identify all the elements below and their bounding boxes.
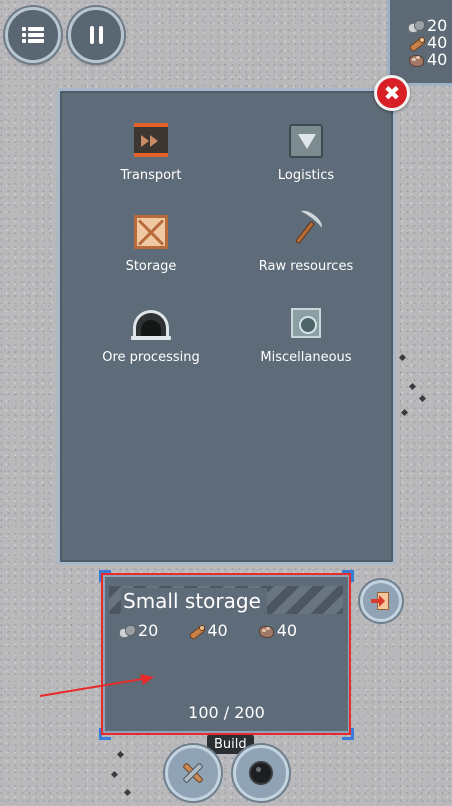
exit-icon bbox=[371, 591, 391, 611]
rubble bbox=[418, 394, 427, 403]
category-ore-processing[interactable]: Ore processing bbox=[66, 303, 236, 383]
stone-icon bbox=[119, 624, 136, 638]
cost-value: 40 bbox=[207, 621, 228, 640]
rubble bbox=[116, 750, 125, 759]
category-logistics[interactable]: Logistics bbox=[221, 121, 391, 201]
close-button[interactable]: ✖ bbox=[374, 75, 410, 111]
cost-stone: 20 bbox=[119, 621, 158, 640]
logistics-icon bbox=[286, 121, 326, 161]
wood-icon bbox=[408, 36, 425, 49]
wood-icon bbox=[188, 624, 206, 637]
list-icon bbox=[22, 27, 44, 43]
close-icon: ✖ bbox=[383, 81, 401, 105]
rubble bbox=[400, 408, 409, 417]
resource-stone: 20 bbox=[408, 17, 452, 34]
selection-corner bbox=[342, 728, 354, 740]
category-label: Miscellaneous bbox=[260, 350, 352, 365]
cost-value: 40 bbox=[276, 621, 298, 640]
rubble bbox=[398, 353, 407, 362]
pause-icon bbox=[89, 26, 103, 44]
cost-wood: 40 bbox=[188, 621, 228, 640]
pause-button[interactable] bbox=[68, 7, 124, 63]
category-label: Storage bbox=[125, 259, 177, 274]
building-info-card[interactable]: Small storage 20 40 40 100 / 200 bbox=[103, 575, 350, 733]
selection-corner bbox=[99, 570, 111, 582]
building-title: Small storage bbox=[121, 588, 267, 614]
demolish-button[interactable] bbox=[233, 745, 289, 801]
resource-value: 20 bbox=[427, 15, 448, 35]
storage-capacity: 100 / 200 bbox=[188, 703, 265, 722]
resource-value: 40 bbox=[427, 49, 448, 69]
category-transport[interactable]: Transport bbox=[66, 121, 236, 201]
category-label: Transport bbox=[120, 168, 182, 183]
category-raw-resources[interactable]: Raw resources bbox=[221, 207, 391, 292]
ore-processing-icon bbox=[131, 303, 171, 343]
category-label: Ore processing bbox=[102, 350, 200, 365]
cost-ore: 40 bbox=[258, 621, 297, 640]
selection-corner bbox=[99, 728, 111, 740]
ore-icon bbox=[258, 624, 274, 638]
build-button[interactable] bbox=[165, 745, 221, 801]
selection-corner bbox=[342, 570, 354, 582]
category-storage[interactable]: Storage bbox=[66, 212, 236, 292]
category-miscellaneous[interactable]: Miscellaneous bbox=[221, 303, 391, 383]
menu-button[interactable] bbox=[5, 7, 61, 63]
build-menu-panel: Transport Logistics Storage Raw resource… bbox=[57, 88, 396, 565]
tools-icon bbox=[179, 759, 207, 787]
ore-icon bbox=[408, 53, 424, 67]
resource-panel: 20 40 40 bbox=[387, 0, 452, 86]
misc-icon bbox=[286, 303, 326, 343]
rubble bbox=[408, 382, 417, 391]
rubble bbox=[123, 788, 132, 797]
resource-wood: 40 bbox=[408, 34, 452, 51]
exit-button[interactable] bbox=[360, 580, 402, 622]
stone-icon bbox=[408, 19, 425, 33]
category-label: Logistics bbox=[277, 168, 335, 183]
bomb-icon bbox=[249, 761, 273, 785]
category-label: Raw resources bbox=[258, 259, 354, 274]
building-costs: 20 40 40 bbox=[119, 621, 327, 640]
annotation-arrow-icon bbox=[39, 674, 154, 697]
transport-icon bbox=[131, 121, 171, 161]
pickaxe-icon bbox=[286, 207, 326, 252]
resource-value: 40 bbox=[427, 32, 448, 52]
storage-icon bbox=[131, 212, 171, 252]
rubble bbox=[110, 770, 119, 779]
cost-value: 20 bbox=[138, 621, 159, 640]
resource-ore: 40 bbox=[408, 51, 452, 68]
